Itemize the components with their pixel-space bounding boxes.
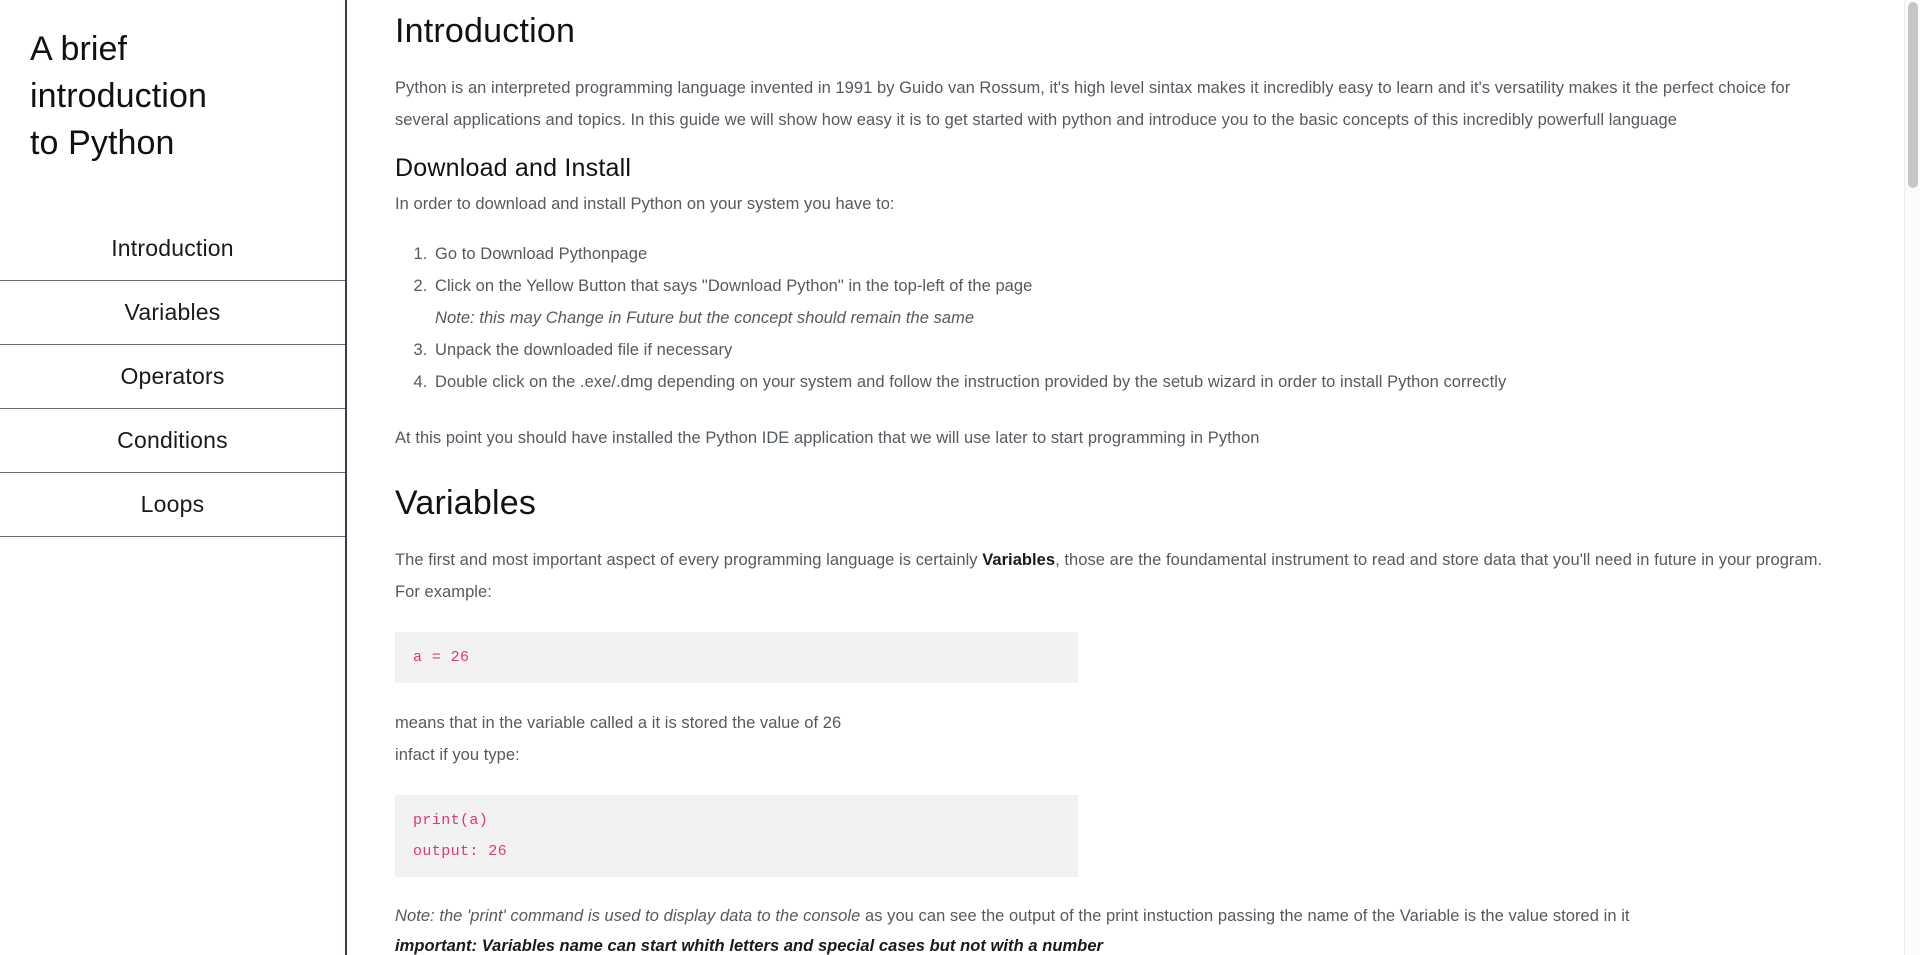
main-content-scroll-area[interactable]: Introduction Python is an interpreted pr… xyxy=(347,0,1920,955)
note-print-command: Note: the 'print' command is used to dis… xyxy=(395,901,1848,931)
sidebar-item-operators[interactable]: Operators xyxy=(0,345,345,409)
heading-introduction: Introduction xyxy=(395,12,576,50)
paragraph-variables-intro: The first and most important aspect of e… xyxy=(395,544,1848,608)
sidebar: A brief introduction to Python Introduct… xyxy=(0,0,347,955)
list-item: Click on the Yellow Button that says "Do… xyxy=(432,270,1848,334)
sidebar-item-label: Loops xyxy=(140,491,205,517)
heading-download-and-install: Download and Install xyxy=(395,154,632,182)
sidebar-title-line-2: introduction xyxy=(30,77,207,115)
page-root: A brief introduction to Python Introduct… xyxy=(0,0,1920,955)
step-text: Click on the Yellow Button that says "Do… xyxy=(435,277,1033,295)
note-italic-part: Note: the 'print' command is used to dis… xyxy=(395,907,861,925)
scrollbar-thumb[interactable] xyxy=(1908,2,1918,188)
sidebar-item-label: Introduction xyxy=(111,235,234,261)
code-block-assignment: a = 26 xyxy=(395,632,1078,683)
list-item: Unpack the downloaded file if necessary xyxy=(432,334,1848,366)
variables-bold-word: Variables xyxy=(982,551,1056,569)
sidebar-item-variables[interactable]: Variables xyxy=(0,281,345,345)
sidebar-item-label: Variables xyxy=(124,299,221,325)
list-item: Go to Download Pythonpage xyxy=(432,238,1848,270)
heading-variables: Variables xyxy=(395,484,537,522)
download-steps-list: Go to Download Pythonpage Click on the Y… xyxy=(395,238,1848,398)
paragraph-introduction: Python is an interpreted programming lan… xyxy=(395,79,1791,129)
paragraph-infact: infact if you type: xyxy=(395,746,520,764)
article: Introduction Python is an interpreted pr… xyxy=(347,0,1903,955)
sidebar-nav-trailing-spacer xyxy=(0,537,345,601)
sidebar-item-introduction[interactable]: Introduction xyxy=(0,217,345,281)
step-text: Go to Download Pythonpage xyxy=(435,245,648,263)
list-item: Double click on the .exe/.dmg depending … xyxy=(432,366,1848,398)
sidebar-item-conditions[interactable]: Conditions xyxy=(0,409,345,473)
paragraph-download-intro: In order to download and install Python … xyxy=(395,195,895,213)
paragraph-means: means that in the variable called a it i… xyxy=(395,714,842,732)
sidebar-nav: Introduction Variables Operators Conditi… xyxy=(0,217,345,601)
step-text: Unpack the downloaded file if necessary xyxy=(435,341,733,359)
vertical-scrollbar[interactable] xyxy=(1904,0,1920,955)
note-regular-part: as you can see the output of the print i… xyxy=(860,907,1630,925)
sidebar-title-line-1: A brief xyxy=(30,30,128,68)
note-important-variables: important: Variables name can start whit… xyxy=(395,937,1104,955)
code-block-print: print(a) output: 26 xyxy=(395,795,1078,877)
sidebar-item-loops[interactable]: Loops xyxy=(0,473,345,537)
sidebar-item-label: Conditions xyxy=(117,427,228,453)
variables-text-before-bold: The first and most important aspect of e… xyxy=(395,551,983,569)
sidebar-item-label: Operators xyxy=(120,363,225,389)
step-text: Double click on the .exe/.dmg depending … xyxy=(435,373,1507,391)
sidebar-title-line-3: to Python xyxy=(30,124,175,162)
paragraph-download-closing: At this point you should have installed … xyxy=(395,429,1260,447)
sidebar-title: A brief introduction to Python xyxy=(0,0,240,167)
step-note: Note: this may Change in Future but the … xyxy=(435,309,975,327)
